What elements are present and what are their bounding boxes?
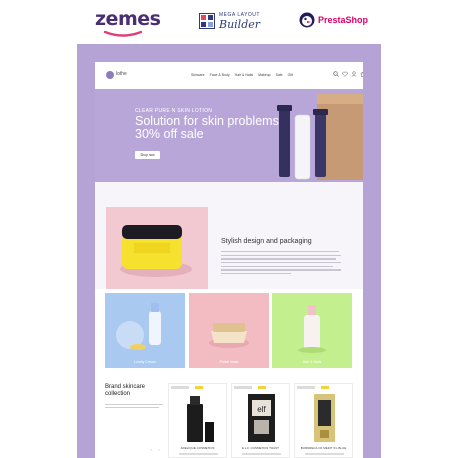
store-page-preview: lothe Skincare Face & Body Hair & Nails … xyxy=(95,62,363,458)
grid-layout-icon xyxy=(199,13,215,29)
heart-icon[interactable] xyxy=(342,71,348,77)
product-badge xyxy=(171,386,203,389)
cream-products-image xyxy=(116,303,161,350)
product-name: E.L.F. COSMETICS TOAST xyxy=(241,446,280,450)
gold-tube-image xyxy=(314,394,335,442)
zemes-logo[interactable]: zemes xyxy=(95,8,161,38)
svg-text:elf: elf xyxy=(257,405,266,414)
template-preview-frame: lothe Skincare Face & Body Hair & Nails … xyxy=(77,44,381,458)
product-badge xyxy=(234,386,266,389)
nav-link[interactable]: Gift xyxy=(288,73,293,77)
product-card[interactable]: elf E.L.F. COSMETICS TOAST xyxy=(231,383,290,458)
store-logo-text: lothe xyxy=(116,71,127,77)
mega-layout-builder-logo[interactable]: MEGA LAYOUT Builder xyxy=(199,12,261,34)
store-top-nav: lothe Skincare Face & Body Hair & Nails … xyxy=(95,62,363,89)
product-price xyxy=(305,453,344,455)
category-card[interactable]: Lovely Cream xyxy=(105,293,185,368)
shop-now-button[interactable]: Shop now xyxy=(135,151,160,159)
nav-link[interactable]: Hair & Nails xyxy=(235,73,253,77)
store-logo-mark-icon xyxy=(106,71,114,79)
hero-banner: CLEAR PURE N SKIN LOTION Solution for sk… xyxy=(95,89,363,182)
product-name: BURNRECA OF MEDIT S'L BLUE xyxy=(300,446,347,450)
category-card[interactable]: Facial mask xyxy=(189,293,269,368)
product-card[interactable]: BURNRECA OF MEDIT S'L BLUE xyxy=(294,383,353,458)
nav-link[interactable]: Sale xyxy=(276,73,283,77)
prestashop-puffin-icon xyxy=(299,12,315,28)
nav-link[interactable]: Skincare xyxy=(191,73,205,77)
product-badge xyxy=(297,386,329,389)
nav-icons xyxy=(333,71,363,77)
nav-links: Skincare Face & Body Hair & Nails Makeup… xyxy=(191,73,293,77)
products-description xyxy=(105,404,165,410)
product-name: ADELIQUE COSMETICS xyxy=(180,446,215,450)
elf-palette-image: elf xyxy=(248,394,275,442)
feature-section: Stylish design and packaging xyxy=(95,182,363,289)
nav-link[interactable]: Face & Body xyxy=(210,73,230,77)
category-label: Lovely Cream xyxy=(134,360,156,364)
serum-bottle-image xyxy=(298,305,326,353)
user-icon[interactable] xyxy=(351,71,357,77)
prestashop-logo[interactable]: PrestaShop xyxy=(299,12,369,32)
zemes-wordmark: zemes xyxy=(95,8,161,30)
jar-product-image xyxy=(209,323,249,348)
chevron-right-icon[interactable]: › xyxy=(158,447,159,452)
feature-title: Stylish design and packaging xyxy=(221,238,312,245)
prestashop-wordmark: PrestaShop xyxy=(318,15,369,25)
feature-description xyxy=(221,251,341,277)
products-title: Brand skincare collection xyxy=(105,384,146,397)
promo-header: zemes MEGA LAYOUT Builder PrestaShop xyxy=(0,0,458,44)
hero-product-image xyxy=(277,94,363,180)
store-logo[interactable]: lothe xyxy=(106,70,134,80)
chevron-left-icon[interactable]: ‹ xyxy=(151,447,152,452)
cream-jar-image xyxy=(106,207,208,289)
hero-title: Solution for skin problems 30% off sale xyxy=(135,114,279,141)
builder-wordmark: Builder xyxy=(219,18,261,31)
carousel-arrows: ‹ › xyxy=(151,447,160,452)
category-label: Hair & Nails xyxy=(302,360,322,364)
product-card[interactable]: ADELIQUE COSMETICS xyxy=(168,383,227,458)
smile-swoosh-icon xyxy=(103,30,143,37)
product-price xyxy=(179,453,218,455)
category-card[interactable]: Hair & Nails xyxy=(272,293,352,368)
nav-link[interactable]: Makeup xyxy=(258,73,270,77)
category-label: Facial mask xyxy=(219,360,239,364)
search-icon[interactable] xyxy=(333,71,339,77)
cart-icon[interactable] xyxy=(360,71,363,77)
foundation-bottle-image xyxy=(187,396,214,442)
product-price xyxy=(242,453,281,455)
